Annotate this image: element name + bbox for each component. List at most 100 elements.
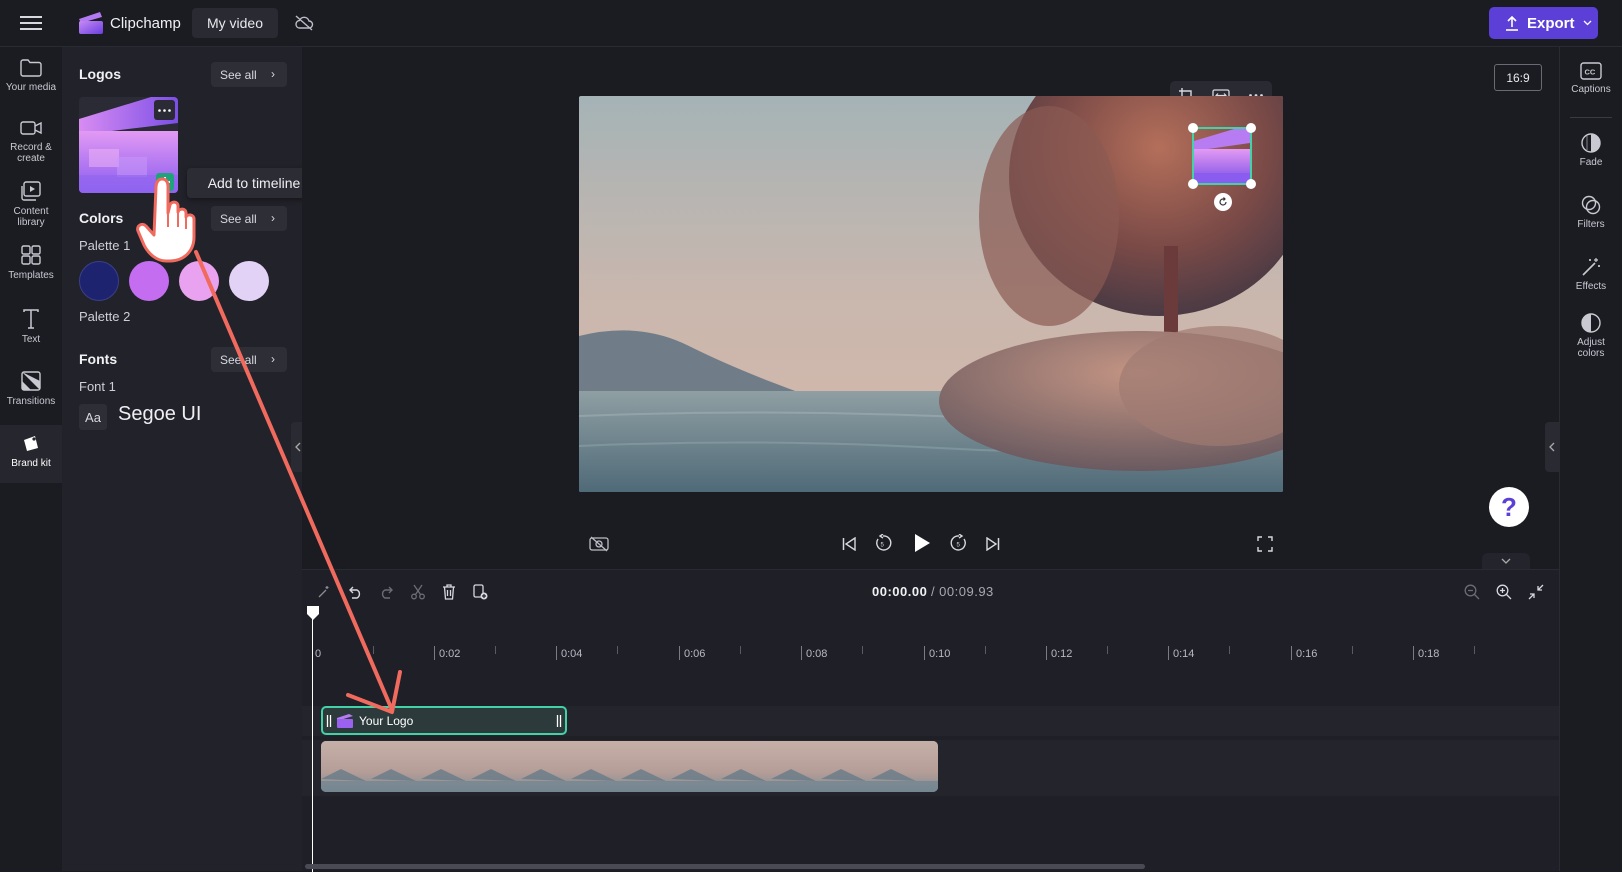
cloud-off-icon [295, 15, 314, 31]
rail-item-transitions[interactable]: Transitions [0, 371, 62, 425]
logo-overlay-selection[interactable] [1188, 123, 1256, 211]
rail-item-text[interactable]: Text [0, 309, 62, 363]
tick-label: 0:08 [806, 648, 828, 660]
resize-handle-top-left[interactable] [1188, 123, 1198, 133]
color-swatch-3[interactable] [179, 261, 219, 301]
resize-handle-bottom-right[interactable] [1246, 179, 1256, 189]
resize-handle-bottom-left[interactable] [1188, 179, 1198, 189]
colors-section-title: Colors [79, 210, 124, 226]
export-button[interactable]: Export [1489, 7, 1598, 39]
color-swatch-4[interactable] [229, 261, 269, 301]
font-sample-badge: Aa [79, 404, 107, 430]
clipchamp-logo-icon [79, 12, 103, 34]
time-ruler[interactable]: 0 0:02 0:04 0:06 0:08 0:10 0:12 0:14 0:1… [302, 600, 1559, 660]
rail-item-your-media[interactable]: Your media [0, 59, 62, 113]
camera-icon [20, 121, 42, 135]
clip-trim-handle-right[interactable] [553, 708, 565, 733]
rail-item-fade[interactable]: Fade [1560, 133, 1622, 183]
logos-see-all-button[interactable]: See all › [211, 62, 287, 87]
zoom-in-button[interactable] [1493, 582, 1515, 602]
rewind-icon: 5 [876, 534, 892, 551]
font-name[interactable]: Segoe UI [118, 403, 201, 426]
skip-to-end-button[interactable] [982, 532, 1004, 556]
color-swatch-2[interactable] [129, 261, 169, 301]
fit-timeline-button[interactable] [1525, 582, 1547, 602]
logos-section-title: Logos [79, 66, 121, 82]
fade-icon [1581, 133, 1601, 153]
redo-button[interactable] [377, 582, 397, 602]
add-to-timeline-button[interactable] [156, 173, 174, 191]
aspect-ratio-button[interactable]: 16:9 [1494, 64, 1542, 91]
split-button[interactable] [408, 582, 428, 602]
zoom-in-icon [1496, 584, 1512, 600]
cloud-sync-button[interactable] [292, 12, 316, 34]
forward-5s-button[interactable]: 5 [947, 530, 971, 556]
brand-kit-icon [24, 436, 38, 451]
effects-icon [1582, 258, 1600, 276]
rail-item-record-create[interactable]: Record & create [0, 119, 62, 179]
rail-item-filters[interactable]: Filters [1560, 195, 1622, 245]
redo-icon [381, 586, 393, 599]
rail-label: Fade [1579, 157, 1603, 168]
logo-overlay-image [1194, 129, 1250, 183]
duplicate-button[interactable] [470, 582, 490, 602]
playhead[interactable] [312, 610, 313, 872]
scissors-icon [411, 584, 425, 600]
help-button[interactable]: ? [1489, 487, 1529, 527]
clip-trim-handle-left[interactable] [323, 708, 335, 733]
collapse-right-panel-handle[interactable] [1545, 422, 1559, 472]
resize-handle-top-right[interactable] [1246, 123, 1256, 133]
rail-item-adjust-colors[interactable]: Adjust colors [1560, 313, 1622, 373]
skip-to-start-button[interactable] [838, 532, 860, 556]
brand-kit-panel: Logos See all › Add to timeline Colors Se… [62, 47, 321, 871]
project-title-field[interactable]: My video [192, 8, 278, 38]
skip-forward-icon [986, 537, 1000, 551]
video-frame-image [579, 96, 1283, 492]
rotate-handle[interactable] [1214, 193, 1232, 211]
sparkle-icon [318, 586, 329, 598]
fonts-see-all-button[interactable]: See all › [211, 347, 287, 372]
app-name: Clipchamp [110, 15, 181, 32]
chevron-right-icon: › [271, 352, 275, 366]
tooltip-text: Add to timeline [207, 175, 301, 191]
rail-item-captions[interactable]: CC Captions [1560, 62, 1622, 112]
rail-item-content-library[interactable]: Content library [0, 181, 62, 241]
rail-label: Your media [5, 82, 57, 93]
rewind-5s-button[interactable]: 5 [871, 530, 895, 556]
templates-icon [21, 245, 41, 265]
rail-item-templates[interactable]: Templates [0, 245, 62, 299]
playhead-handle-icon[interactable] [307, 606, 319, 620]
hamburger-menu-button[interactable] [18, 12, 44, 34]
video-clip[interactable] [321, 741, 938, 792]
color-swatch-1[interactable] [79, 261, 119, 301]
rail-label: Content library [13, 206, 49, 228]
skip-back-icon [842, 537, 856, 551]
logo-more-options-button[interactable] [154, 100, 175, 120]
left-navigation-rail: Your media Record & create Content libra… [0, 47, 62, 871]
grip-icon [326, 714, 332, 727]
chevron-left-icon [295, 442, 301, 452]
right-properties-rail: CC Captions Fade Filters Effects Adjust … [1559, 47, 1622, 871]
hide-preview-button[interactable] [586, 532, 612, 556]
captions-icon: CC [1580, 62, 1602, 80]
logo-thumbnail[interactable] [79, 97, 178, 193]
undo-button[interactable] [345, 582, 365, 602]
app-logo [78, 11, 104, 35]
tick-label: 0:14 [1173, 648, 1195, 660]
logo-clip-thumbnail [337, 713, 353, 728]
export-label: Export [1527, 14, 1575, 32]
fullscreen-button[interactable] [1253, 532, 1277, 556]
logo-clip[interactable]: Your Logo [321, 706, 567, 735]
undo-icon [349, 586, 361, 599]
timeline-horizontal-scrollbar[interactable] [305, 864, 1145, 869]
colors-see-all-button[interactable]: See all › [211, 206, 287, 231]
rail-item-effects[interactable]: Effects [1560, 257, 1622, 307]
delete-button[interactable] [439, 582, 459, 602]
magic-tool-button[interactable] [314, 582, 334, 602]
rail-label: Captions [1571, 84, 1611, 95]
collapse-preview-button[interactable] [1482, 553, 1530, 569]
video-preview[interactable] [579, 96, 1283, 492]
rail-item-brand-kit[interactable]: Brand kit [0, 425, 62, 483]
play-button[interactable] [908, 529, 936, 557]
zoom-out-button[interactable] [1461, 582, 1483, 602]
